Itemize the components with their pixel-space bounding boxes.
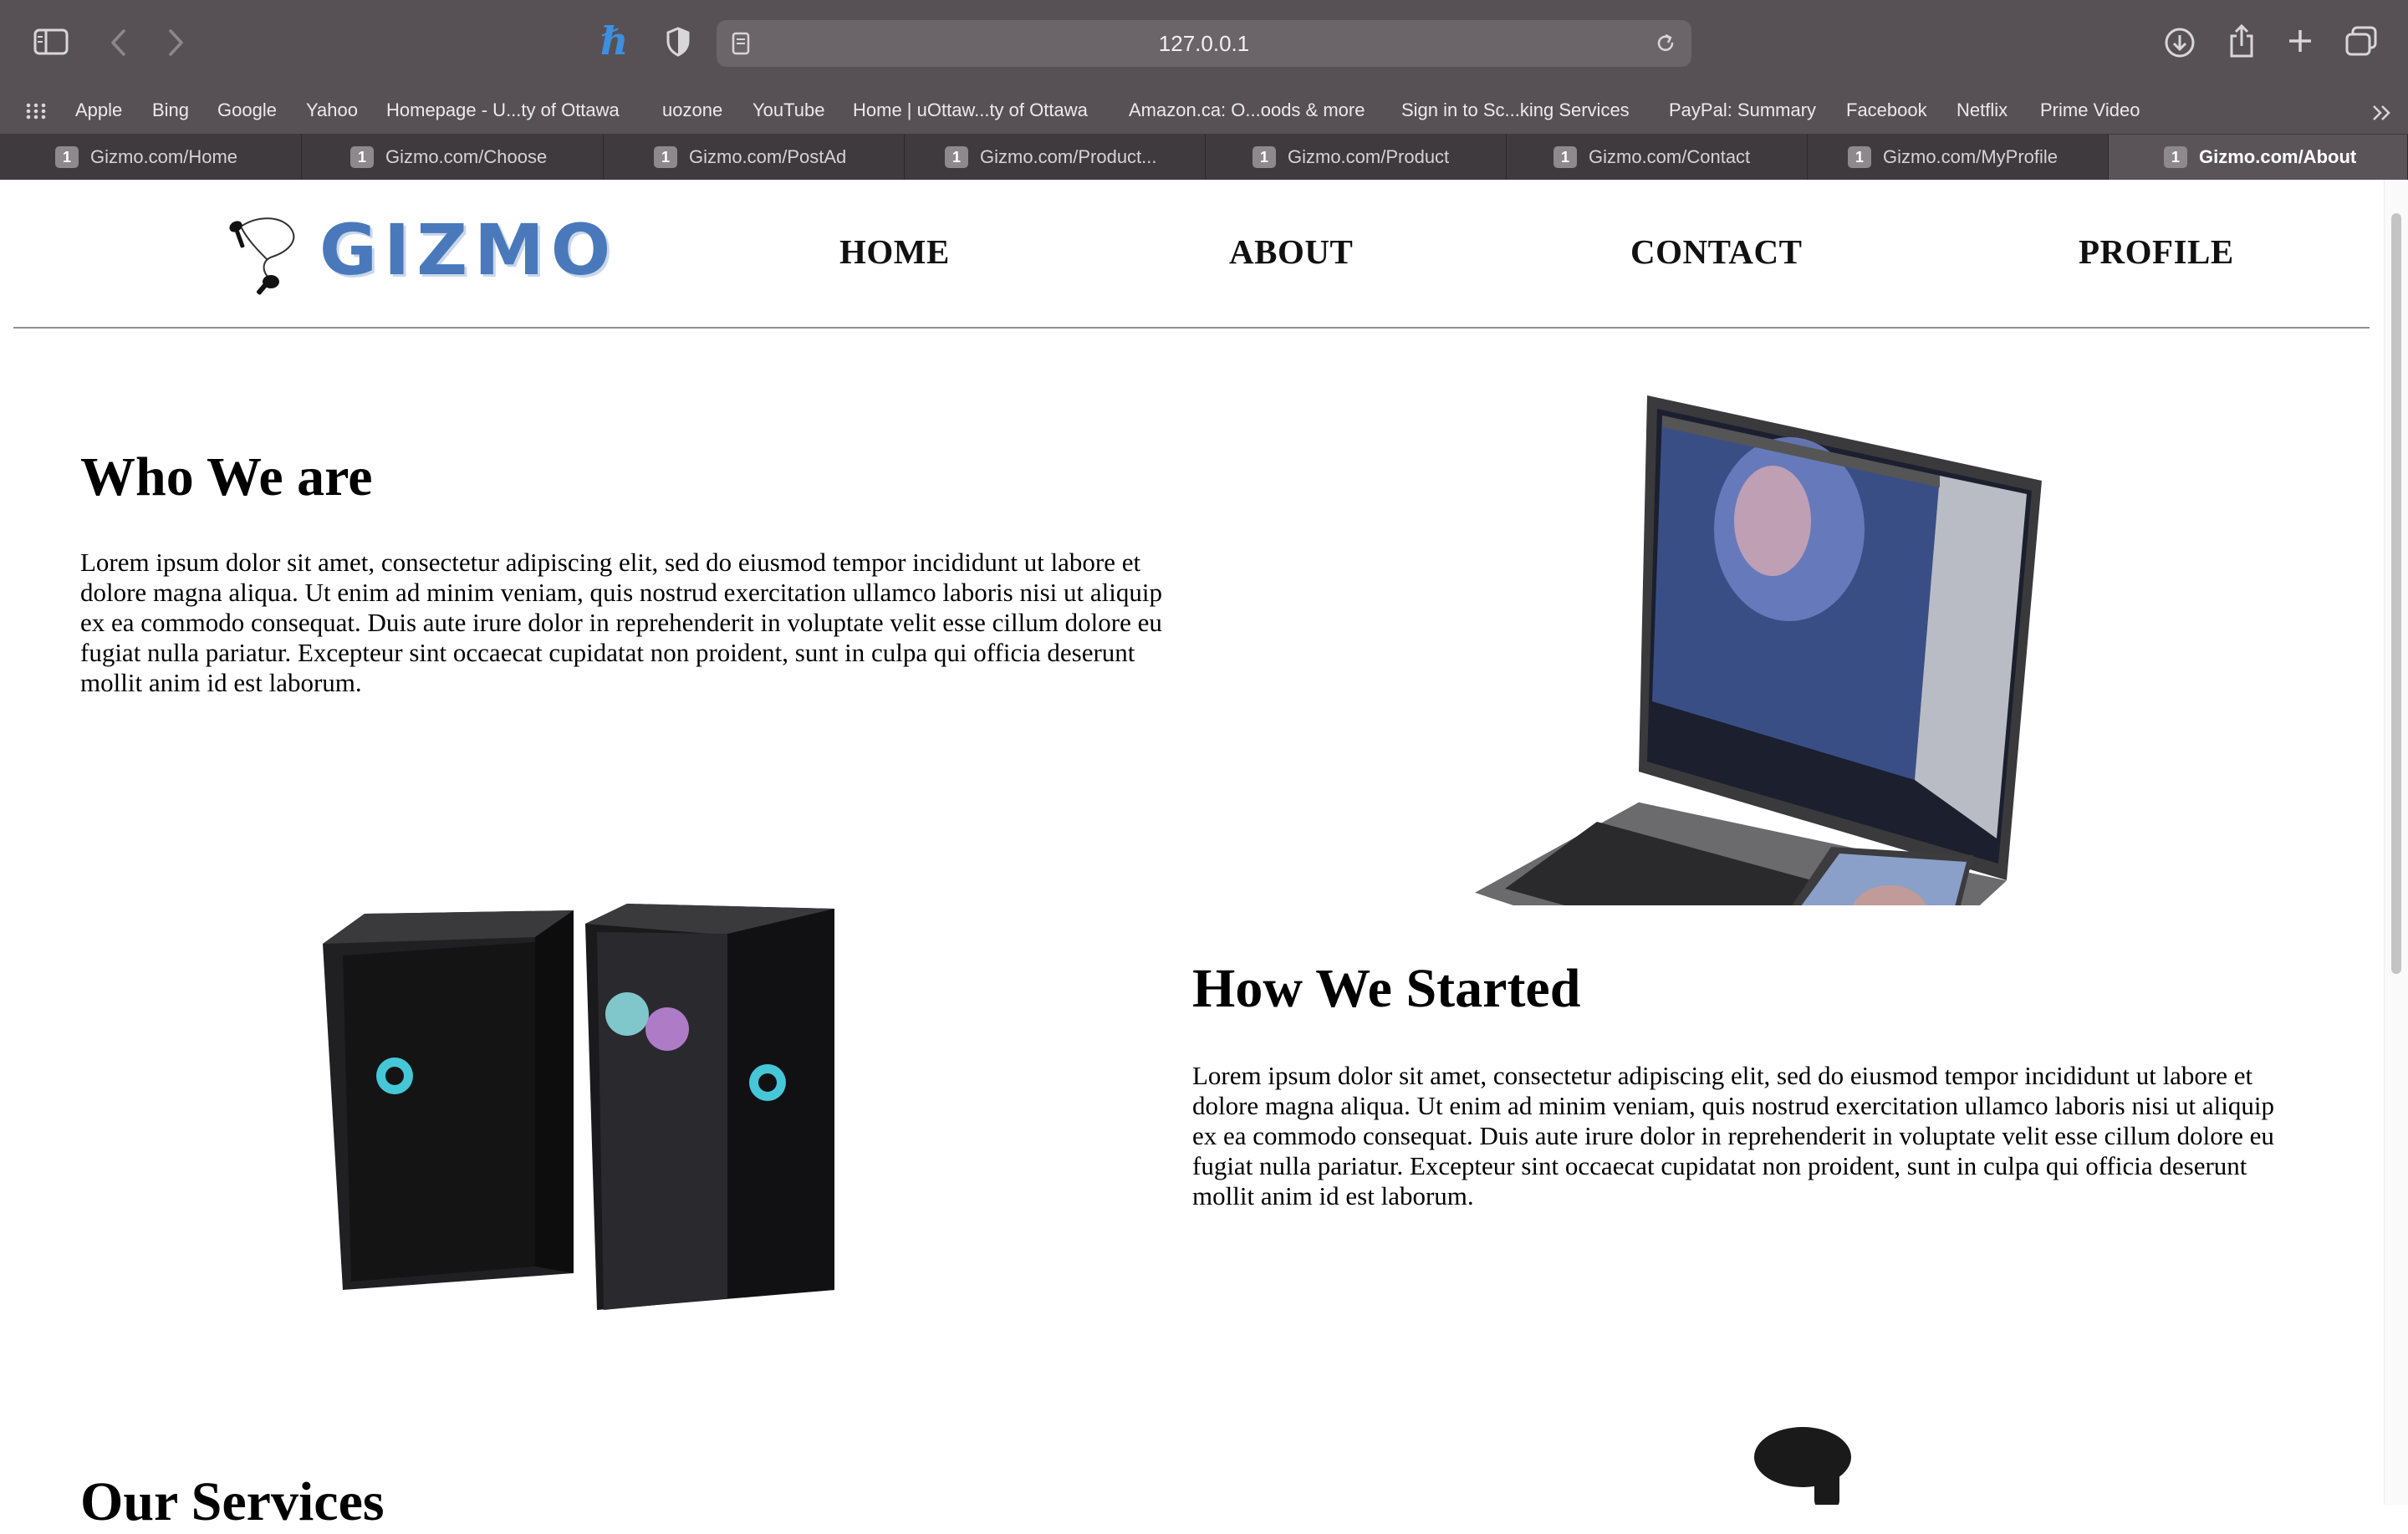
tab-gizmo-about[interactable]: 1 Gizmo.com/About <box>2109 135 2408 180</box>
bookmark-yahoo[interactable]: Yahoo <box>306 87 358 134</box>
tab-gizmo-postad[interactable]: 1 Gizmo.com/PostAd <box>604 135 905 180</box>
earbuds-image <box>1754 1427 1851 1505</box>
address-bar[interactable]: 127.0.0.1 <box>717 20 1691 67</box>
downloads-icon[interactable] <box>2164 27 2196 59</box>
tab-title: Gizmo.com/Product... <box>980 146 1157 167</box>
tab-overview-icon[interactable] <box>2344 25 2378 57</box>
bookmark-bing[interactable]: Bing <box>152 87 189 134</box>
laptop-image <box>1475 395 2042 905</box>
nav-profile[interactable]: PROFILE <box>2079 232 2234 272</box>
privacy-shield-icon[interactable] <box>666 27 691 57</box>
desktop-towers-image <box>323 904 834 1310</box>
nav-divider <box>13 327 2370 329</box>
bookmark-sign-in[interactable]: Sign in to Sc...king Services <box>1401 87 1630 134</box>
nav-about[interactable]: ABOUT <box>1229 232 1353 272</box>
sidebar-toggle-icon[interactable] <box>33 28 69 55</box>
who-we-are-heading: Who We are <box>80 446 373 507</box>
tab-count-badge: 1 <box>2164 146 2187 168</box>
scrollbar-thumb[interactable] <box>2391 213 2401 974</box>
tab-gizmo-product-ellipsis[interactable]: 1 Gizmo.com/Product... <box>905 135 1206 180</box>
tab-title: Gizmo.com/Product <box>1288 146 1450 167</box>
bookmarks-bar: Apple Bing Google Yahoo Homepage - U...t… <box>0 87 2408 135</box>
tab-gizmo-contact[interactable]: 1 Gizmo.com/Contact <box>1507 135 1808 180</box>
tab-title: Gizmo.com/MyProfile <box>1883 146 2059 167</box>
tab-count-badge: 1 <box>654 146 677 168</box>
scrollbar[interactable] <box>2384 180 2408 1505</box>
tab-count-badge: 1 <box>350 146 374 168</box>
more-bookmarks-chevron-icon[interactable] <box>2371 104 2393 122</box>
tab-title: Gizmo.com/Contact <box>1589 146 1751 167</box>
tab-gizmo-product[interactable]: 1 Gizmo.com/Product <box>1206 135 1507 180</box>
tab-gizmo-home[interactable]: 1 Gizmo.com/Home <box>0 135 302 180</box>
nav-contact[interactable]: CONTACT <box>1630 232 1802 272</box>
tab-count-badge: 1 <box>1252 146 1276 168</box>
tab-count-badge: 1 <box>1848 146 1871 168</box>
bookmark-apple[interactable]: Apple <box>75 87 122 134</box>
tab-gizmo-myprofile[interactable]: 1 Gizmo.com/MyProfile <box>1808 135 2109 180</box>
share-icon[interactable] <box>2227 23 2256 59</box>
how-we-started-heading: How We Started <box>1192 958 1581 1019</box>
bookmark-amazon[interactable]: Amazon.ca: O...oods & more <box>1129 87 1365 134</box>
browser-toolbar: ℏ 127.0.0.1 <box>0 0 2408 87</box>
tab-count-badge: 1 <box>1553 146 1577 168</box>
how-we-started-text: Lorem ipsum dolor sit amet, consectetur … <box>1192 1061 2274 1210</box>
tab-bar: 1 Gizmo.com/Home 1 Gizmo.com/Choose 1 Gi… <box>0 135 2408 180</box>
bookmark-prime-video[interactable]: Prime Video <box>2040 87 2140 134</box>
nav-home[interactable]: HOME <box>839 232 950 272</box>
bookmark-youtube[interactable]: YouTube <box>752 87 824 134</box>
honey-extension-icon[interactable]: ℏ <box>600 18 628 64</box>
apps-grid-icon[interactable] <box>25 102 47 120</box>
tab-title: Gizmo.com/About <box>2199 146 2357 167</box>
tab-title: Gizmo.com/Choose <box>385 146 548 167</box>
bookmark-paypal[interactable]: PayPal: Summary <box>1669 87 1816 134</box>
back-icon[interactable] <box>109 28 129 57</box>
bookmark-netflix[interactable]: Netflix <box>1956 87 2008 134</box>
forward-icon[interactable] <box>166 28 186 57</box>
who-we-are-text: Lorem ipsum dolor sit amet, consectetur … <box>80 548 1162 697</box>
bookmark-uozone[interactable]: uozone <box>662 87 722 134</box>
our-services-heading: Our Services <box>80 1471 385 1532</box>
tab-count-badge: 1 <box>55 146 79 168</box>
logo-wordmark: GIZMO <box>319 209 618 291</box>
earphones-logo-icon <box>229 217 295 295</box>
bookmark-google[interactable]: Google <box>217 87 277 134</box>
bookmark-uottawa-home[interactable]: Home | uOttaw...ty of Ottawa <box>853 87 1088 134</box>
new-tab-icon[interactable] <box>2286 27 2314 55</box>
page-content: GIZMO HOME ABOUT CONTACT PROFILE Who We … <box>0 180 2408 1532</box>
url-text[interactable]: 127.0.0.1 <box>717 20 1691 67</box>
tab-title: Gizmo.com/Home <box>90 146 238 167</box>
bookmark-uottawa-homepage[interactable]: Homepage - U...ty of Ottawa <box>386 87 620 134</box>
tab-title: Gizmo.com/PostAd <box>689 146 847 167</box>
bookmark-facebook[interactable]: Facebook <box>1846 87 1927 134</box>
tab-gizmo-choose[interactable]: 1 Gizmo.com/Choose <box>302 135 604 180</box>
reload-icon[interactable] <box>1655 33 1676 54</box>
tab-count-badge: 1 <box>945 146 968 168</box>
